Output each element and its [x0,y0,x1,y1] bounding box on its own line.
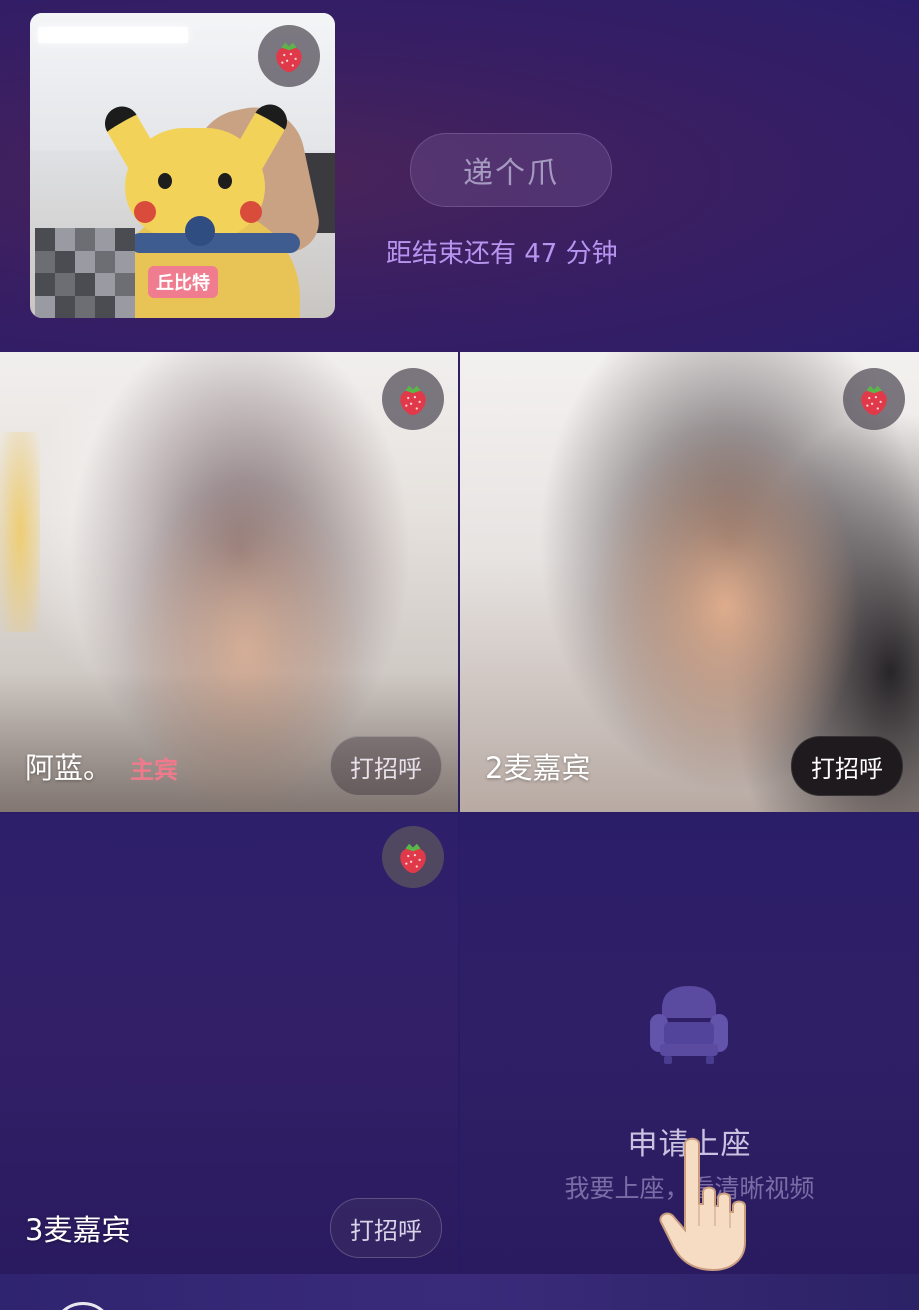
avatar[interactable] [52,1302,114,1310]
guest-video-tile[interactable]: 2麦嘉宾 打招呼 [460,352,919,812]
plush-cheek [240,201,262,223]
greet-button[interactable]: 打招呼 [330,736,442,796]
greet-button[interactable]: 打招呼 [791,736,903,796]
strawberry-icon [276,42,302,73]
bottom-bar [0,1274,919,1310]
greet-button[interactable]: 打招呼 [330,1198,442,1258]
claw-button[interactable]: 递个爪 [410,133,612,207]
host-video-tile[interactable]: 丘比特 [30,13,335,318]
guest-video-tile[interactable]: 阿蓝。 主宾 打招呼 [0,352,458,812]
main-guest-badge: 主宾 [130,756,178,784]
room-header: 丘比特 递个爪 距结束还有 47 分钟 [0,0,919,352]
countdown-text: 距结束还有 47 分钟 [386,239,618,269]
background-blur [0,432,40,632]
strawberry-icon [861,385,887,416]
host-role-tag: 丘比特 [148,266,218,298]
send-gift-button[interactable] [382,368,444,430]
plush-strap [130,233,300,253]
guest-name: 3麦嘉宾 [25,1213,131,1247]
guest-name: 2麦嘉宾 [485,751,591,785]
apply-seat-tile[interactable]: 申请上座 我要上座，看清晰视频 [460,814,919,1274]
strawberry-icon [400,843,426,874]
guest-name: 阿蓝。 [25,751,113,785]
hand-pointer-icon [659,1137,746,1272]
strawberry-icon [400,385,426,416]
guest-video-tile[interactable]: 3麦嘉宾 打招呼 [0,814,458,1274]
plush-cheek [134,201,156,223]
ceiling-light [38,27,188,43]
plush-eye [158,173,172,189]
send-gift-button[interactable] [843,368,905,430]
privacy-mosaic [35,228,135,318]
sofa-icon [650,986,728,1064]
send-gift-button[interactable] [382,826,444,888]
plush-eye [218,173,232,189]
live-room-screen: 丘比特 递个爪 距结束还有 47 分钟 阿蓝。 主宾 打招呼 2麦嘉宾 打招呼 … [0,0,919,1310]
plush-badge [185,216,215,246]
send-gift-button[interactable] [258,25,320,87]
